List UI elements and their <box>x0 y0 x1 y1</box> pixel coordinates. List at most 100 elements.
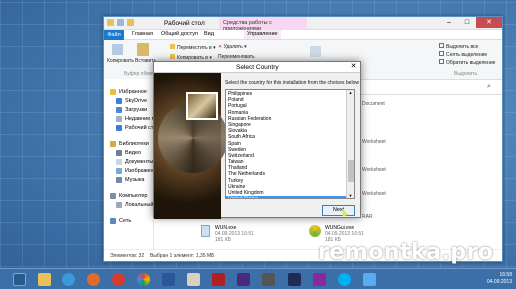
nav-favorites[interactable]: Избранное <box>110 89 147 95</box>
file-explorer-taskbar-icon[interactable] <box>13 273 26 286</box>
properties-icon[interactable] <box>117 19 124 26</box>
word-taskbar-icon[interactable] <box>162 273 175 286</box>
tray-date: 04.09.2013 <box>486 279 512 285</box>
tab-view[interactable]: Вид <box>204 31 214 37</box>
select-all-label: Выделить все <box>446 44 479 50</box>
nav-skydrive-label: SkyDrive <box>125 98 148 104</box>
desktop-icon <box>116 125 122 131</box>
select-none-button[interactable]: Снять выделение <box>439 51 487 58</box>
recent-places-icon <box>116 116 122 122</box>
properties-ribbon-icon[interactable] <box>310 46 321 57</box>
chrome-taskbar-icon[interactable] <box>137 273 150 286</box>
disk-icon <box>116 202 122 208</box>
delete-icon: ✕ <box>218 44 223 50</box>
select-none-icon <box>439 51 444 56</box>
images-icon <box>116 168 122 174</box>
photoshop-taskbar-icon[interactable] <box>288 273 301 286</box>
premiere-taskbar-icon[interactable] <box>313 273 326 286</box>
tab-share[interactable]: Общий доступ <box>161 31 198 37</box>
country-listbox[interactable]: Philippines Poland Portugal Romania Russian … <box>225 89 355 199</box>
select-all-button[interactable]: Выделить все <box>439 43 478 50</box>
next-button[interactable]: Next <box>322 205 355 216</box>
twitter-taskbar-icon[interactable] <box>363 273 376 286</box>
country-list-item[interactable]: United States <box>226 196 346 198</box>
file-item-wun[interactable]: WUN.exe 04.09.2013 16:51 181 КБ <box>215 225 254 243</box>
nav-documents-label: Документы <box>125 159 154 165</box>
copy-button[interactable]: Копировать <box>107 58 134 64</box>
explorer-titlebar[interactable]: Средства работы с приложениями Рабочий с… <box>104 17 502 32</box>
file-hint-worksheet-1[interactable]: Worksheet <box>362 139 386 145</box>
listbox-scrollbar[interactable]: ▲ ▼ <box>346 90 354 198</box>
new-folder-icon[interactable] <box>127 19 134 26</box>
nav-skydrive[interactable]: SkyDrive <box>116 98 147 104</box>
opera-taskbar-icon[interactable] <box>112 273 125 286</box>
scroll-down-arrow-icon[interactable]: ▼ <box>347 193 354 198</box>
firefox-taskbar-icon[interactable] <box>87 273 100 286</box>
rename-button[interactable]: Переименовать <box>218 54 255 60</box>
copy-to-button[interactable]: Копировать в ▾ <box>170 54 212 61</box>
wungui-app-icon[interactable] <box>309 225 321 237</box>
nav-network[interactable]: Сеть <box>110 218 131 224</box>
delete-button[interactable]: ✕ Удалить ▾ <box>218 44 247 50</box>
file-hint-document[interactable]: Document <box>362 101 385 107</box>
status-item-count: Элементов: 32 <box>110 253 145 259</box>
file-hint-rar[interactable]: RAR <box>362 214 373 220</box>
nav-music-label: Музыка <box>125 177 145 183</box>
app-taskbar-icon[interactable] <box>187 273 200 286</box>
folder-icon[interactable] <box>107 19 114 26</box>
nav-downloads[interactable]: Загрузки <box>116 107 147 113</box>
tab-file[interactable]: Файл <box>104 30 124 40</box>
dialog-title: Select Country <box>236 64 279 71</box>
exe-file-icon[interactable] <box>201 225 210 237</box>
nav-local-disk[interactable]: Локальный <box>116 202 153 208</box>
tab-home[interactable]: Главная <box>132 31 153 37</box>
scrollbar-thumb[interactable] <box>348 160 354 182</box>
close-button[interactable]: ✕ <box>476 17 502 28</box>
tray-time: 16:58 <box>499 272 512 278</box>
nav-local-disk-label: Локальный <box>125 202 154 208</box>
dialog-titlebar[interactable]: Select Country ✕ <box>154 62 360 73</box>
scroll-up-arrow-icon[interactable]: ▲ <box>347 90 354 95</box>
paste-icon[interactable] <box>137 43 149 56</box>
dialog-close-button[interactable]: ✕ <box>349 63 358 71</box>
invert-selection-icon <box>439 59 444 64</box>
window-title: Рабочий стол <box>164 20 205 27</box>
watermark: remontka.pro <box>318 240 494 265</box>
tab-manage[interactable]: Управление <box>244 30 281 39</box>
nav-video-label: Видео <box>125 150 142 156</box>
nav-libraries[interactable]: Библиотеки <box>110 141 149 147</box>
file-hint-worksheet-3[interactable]: Worksheet <box>362 191 386 197</box>
system-tray-clock[interactable]: 16:58 04.09.2013 <box>487 272 512 286</box>
dialog-prompt: Select the country for this installation… <box>225 80 359 86</box>
download-icon <box>116 107 122 113</box>
invert-selection-button[interactable]: Обратить выделение <box>439 59 495 66</box>
photoviewer-taskbar-icon[interactable] <box>262 273 275 286</box>
navigation-pane: Избранное SkyDrive Загрузки Недавние мес… <box>104 79 167 249</box>
invert-selection-label: Обратить выделение <box>446 60 496 66</box>
nav-music[interactable]: Музыка <box>116 177 144 183</box>
media-taskbar-icon[interactable] <box>237 273 250 286</box>
music-icon <box>116 177 122 183</box>
taskbar: 16:58 04.09.2013 <box>0 268 516 289</box>
nav-computer[interactable]: Компьютер <box>110 193 147 199</box>
select-all-icon <box>439 43 444 48</box>
video-icon <box>116 150 122 156</box>
move-to-icon <box>170 44 175 49</box>
copy-icon[interactable] <box>112 44 123 55</box>
rename-label: Переименовать <box>218 54 255 60</box>
nav-downloads-label: Загрузки <box>125 107 148 113</box>
maximize-button[interactable]: □ <box>458 17 476 28</box>
app-tools-context-tab: Средства работы с приложениями <box>219 17 307 32</box>
minimize-button[interactable]: – <box>440 17 458 28</box>
folder-taskbar-icon[interactable] <box>38 273 51 286</box>
nav-video[interactable]: Видео <box>116 150 141 156</box>
documents-icon <box>116 159 122 165</box>
filezilla-taskbar-icon[interactable] <box>212 273 225 286</box>
move-to-button[interactable]: Переместить в ▾ <box>170 44 216 51</box>
country-list: Philippines Poland Portugal Romania Russian … <box>226 91 346 198</box>
file-hint-worksheet-2[interactable]: Worksheet <box>362 167 386 173</box>
ie-taskbar-icon[interactable] <box>62 273 75 286</box>
file-size: 181 КБ <box>215 237 231 243</box>
nav-documents[interactable]: Документы <box>116 159 153 165</box>
skype-taskbar-icon[interactable] <box>338 273 351 286</box>
